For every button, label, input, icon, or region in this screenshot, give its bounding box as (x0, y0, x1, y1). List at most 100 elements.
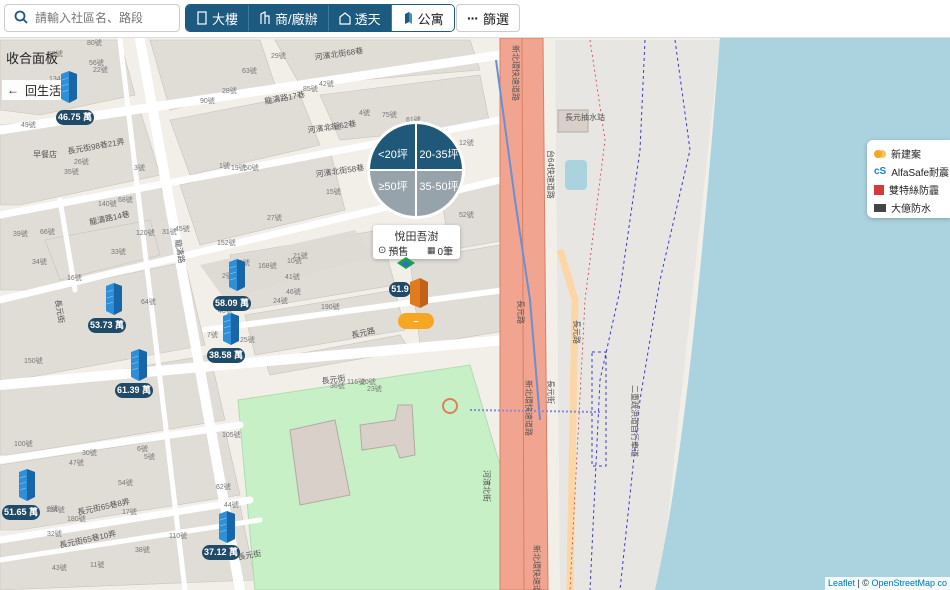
price-marker[interactable]: 58.09 萬 (213, 296, 251, 311)
building-marker-icon[interactable] (228, 258, 246, 292)
house-number-label: 43號 (52, 563, 67, 572)
search-input[interactable] (33, 8, 177, 28)
search-icon (14, 10, 28, 24)
street-label: 二重疏洪道自行車道 (630, 385, 640, 457)
house-number-label: 152號 (217, 238, 236, 247)
house-number-label: 27號 (267, 213, 282, 222)
house-number-label: 38號 (135, 545, 150, 554)
orange-building-icon[interactable] (408, 276, 430, 310)
search-box[interactable] (4, 4, 180, 32)
collapse-panel-button[interactable]: 收合面板 (6, 48, 58, 67)
orange-marker-label[interactable]: – (398, 313, 434, 329)
price-marker[interactable]: 61.39 萬 (115, 383, 153, 398)
size-option-under20[interactable] (370, 124, 416, 170)
house-number-label: 7號 (207, 330, 218, 339)
apartment-icon (404, 12, 412, 24)
house-number-label: 34號 (32, 257, 47, 266)
building-icon: ▦ (427, 245, 436, 255)
house-number-label: 42號 (319, 79, 334, 88)
leaflet-link[interactable]: Leaflet (828, 578, 855, 588)
smog-icon (874, 184, 884, 195)
map-attribution: Leaflet | © OpenStreetMap co (824, 577, 950, 590)
type-apartment-button[interactable]: 公寓 (391, 5, 454, 31)
arrow-left-icon: ← (7, 83, 19, 97)
street-label: 長元路 (572, 320, 582, 344)
house-number-label: 124號 (46, 505, 65, 514)
filter-label: 篩選 (482, 11, 509, 27)
house-number-label: 75號 (382, 110, 397, 119)
house-number-label: 85號 (303, 84, 318, 93)
building-marker-icon[interactable] (222, 312, 240, 346)
house-number-label: 49號 (21, 120, 36, 129)
size-label-over50: ≥50坪 (378, 180, 407, 193)
house-number-label: 25號 (240, 335, 255, 344)
house-number-label: 16號 (67, 273, 82, 282)
house-number-label: 62號 (216, 482, 231, 491)
filter-button[interactable]: ··· 篩選 (456, 4, 520, 32)
house-number-label: 39號 (13, 229, 28, 238)
house-number-label: 110號 (169, 531, 187, 540)
legend-waterproof[interactable]: 大億防水 (874, 200, 931, 215)
type-building-button[interactable]: 大樓 (186, 5, 250, 31)
building-marker-icon[interactable] (105, 282, 123, 316)
house-number-label: 21號 (293, 251, 308, 260)
type-office-button[interactable]: 商/廠辦 (249, 5, 329, 31)
house-number-label: 13號 (326, 122, 341, 131)
house-number-label: 100號 (14, 439, 33, 448)
legend-alfasafe[interactable]: cS AlfaSafe耐震 (874, 164, 949, 179)
attribution-separator: | © (854, 578, 872, 588)
price-marker[interactable]: 51.65 萬 (2, 505, 40, 520)
house-number-label: 35號 (64, 167, 79, 176)
house-number-label: 29號 (271, 51, 286, 60)
type-office-label: 商/廠辦 (275, 11, 318, 27)
house-number-label: 36號 (330, 381, 345, 390)
price-marker[interactable]: 38.58 萬 (207, 348, 245, 363)
size-option-20-35[interactable] (416, 124, 462, 170)
popup-project-name: 悅田吾澍 (394, 231, 439, 243)
street-label: 早餐店 (33, 149, 57, 159)
size-option-over50[interactable] (370, 170, 416, 216)
house-number-label: 17號 (122, 507, 137, 516)
street-label: 長元抽水站 (565, 112, 605, 122)
legend-panel: 新建案 cS AlfaSafe耐震 雙特絲防霾 大億防水 (867, 140, 950, 218)
house-number-label: 4號 (359, 108, 370, 117)
size-radial-menu: <20坪 20-35坪 ≥50坪 35-50坪 (367, 121, 465, 219)
street-label: 新北環快速道路 (524, 380, 534, 436)
house-number-label: 46號 (286, 287, 301, 296)
building-marker-icon[interactable] (18, 468, 36, 502)
house-number-label: 56號 (89, 58, 104, 67)
street-label: 長元路 (516, 300, 526, 324)
project-popup[interactable]: 悅田吾澍 ⊙ 預售 ▦ 0筆 (373, 225, 460, 259)
building-marker-icon[interactable] (218, 510, 236, 544)
house-number-label: 11號 (90, 560, 104, 569)
street-label: 河濱北街 (482, 470, 492, 502)
price-marker[interactable]: 46.75 萬 (56, 110, 94, 125)
size-option-35-50[interactable] (416, 170, 462, 216)
price-marker[interactable]: 37.12 萬 (202, 545, 240, 560)
house-number-label: 90號 (200, 96, 215, 105)
house-number-label: 190號 (321, 302, 340, 311)
price-marker[interactable]: 53.73 萬 (88, 318, 126, 333)
size-label-20-35: 20-35坪 (419, 148, 458, 161)
new-project-marker[interactable] (395, 255, 417, 275)
house-number-label: 41號 (285, 272, 300, 281)
house-number-label: 19號 (231, 163, 246, 172)
legend-waterproof-label: 大億防水 (891, 204, 931, 215)
house-number-label: 116號 (347, 377, 365, 386)
property-type-selector: 大樓 商/廠辦 透天 公寓 (185, 4, 455, 32)
house-number-label: 80號 (87, 38, 102, 47)
type-house-button[interactable]: 透天 (328, 5, 392, 31)
house-number-label: 31號 (162, 227, 177, 236)
osm-link[interactable]: OpenStreetMap co (871, 578, 947, 588)
house-number-label: 26號 (74, 157, 89, 166)
legend-new-project[interactable]: 新建案 (874, 146, 921, 161)
building-marker-icon[interactable] (130, 348, 148, 382)
map-canvas[interactable]: 河濱北街68巷龍濤路17巷河濱北街62巷河濱北街58巷長元街98巷21弄龍濤路1… (0, 0, 950, 590)
house-number-label: 5號 (144, 452, 155, 461)
house-number-label: 47號 (69, 458, 84, 467)
legend-smog[interactable]: 雙特絲防霾 (874, 182, 939, 197)
house-number-label: 45號 (175, 224, 190, 233)
alfasafe-icon: cS (874, 166, 887, 177)
building-marker-icon[interactable] (60, 70, 78, 104)
house-number-label: 68號 (118, 195, 133, 204)
